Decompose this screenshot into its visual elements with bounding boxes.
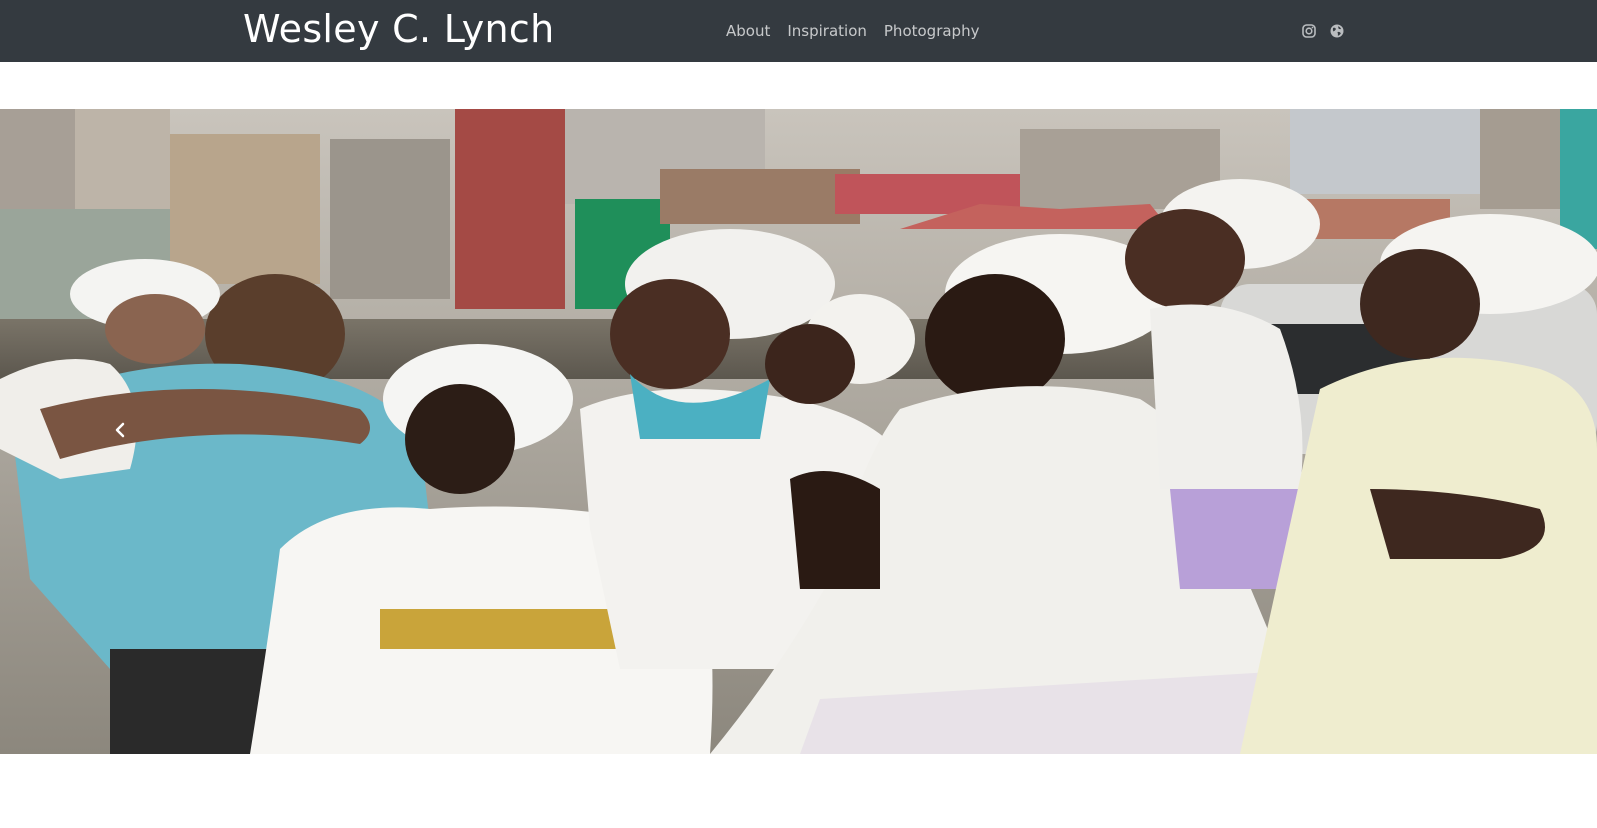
hero-photo — [0, 109, 1597, 754]
carousel-prev-button[interactable] — [100, 409, 140, 449]
top-navbar: Wesley C. Lynch About Inspiration Photog… — [0, 0, 1597, 62]
nav-link-inspiration[interactable]: Inspiration — [787, 22, 867, 40]
social-links — [1301, 23, 1345, 39]
nav-link-about[interactable]: About — [726, 22, 770, 40]
nav-links: About Inspiration Photography — [726, 22, 979, 40]
hero-carousel — [0, 109, 1597, 754]
chevron-left-icon — [115, 422, 125, 438]
globe-icon[interactable] — [1329, 23, 1345, 39]
nav-link-photography[interactable]: Photography — [884, 22, 980, 40]
brand-title[interactable]: Wesley C. Lynch — [243, 7, 554, 51]
instagram-icon[interactable] — [1301, 23, 1317, 39]
